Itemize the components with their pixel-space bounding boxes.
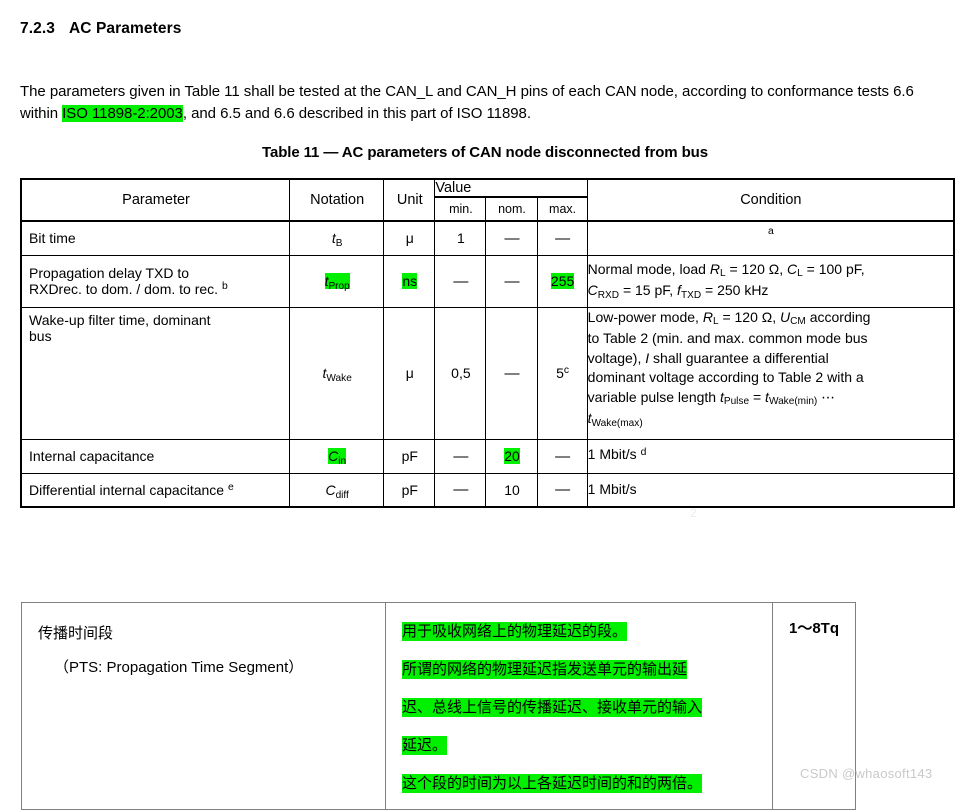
cell-parameter-differential-capacitance: Differential internal capacitance e bbox=[20, 472, 291, 508]
unit-value: ns bbox=[402, 273, 418, 289]
cell-notation-differential-capacitance: Cdiff bbox=[289, 472, 385, 508]
max-value: 255 bbox=[550, 273, 575, 289]
cell-parameter-wakeup-filter: Wake-up filter time, dominant bus bbox=[20, 306, 291, 440]
cell-min-wakeup-filter: 0,5 bbox=[434, 306, 487, 440]
cell-condition-propagation-delay: Normal mode, load RL = 120 Ω, CL = 100 p… bbox=[586, 254, 955, 308]
cell-max-propagation-delay: 255 bbox=[536, 254, 588, 308]
notation-base: C bbox=[325, 481, 336, 498]
cell-min-differential-capacitance: — bbox=[434, 472, 487, 508]
symbol-CRXD: C bbox=[587, 282, 598, 298]
header-notation: Notation bbox=[289, 178, 385, 222]
cell-parameter-bit-time: Bit time bbox=[20, 220, 291, 256]
cell-nom-differential-capacitance: 10 bbox=[485, 472, 538, 508]
cell-term: 传播时间段 （PTS: Propagation Time Segment） bbox=[21, 602, 386, 810]
cell-max-differential-capacitance: — bbox=[536, 472, 588, 508]
footnote-marker-c: c bbox=[563, 365, 570, 377]
header-nom: nom. bbox=[485, 196, 538, 222]
cell-parameter-propagation-delay: Propagation delay TXD to RXDrec. to dom.… bbox=[20, 254, 291, 308]
watermark: CSDN @whaosoft143 bbox=[800, 766, 933, 781]
cell-unit-internal-capacitance: pF bbox=[383, 438, 436, 474]
symbol-UCM: U bbox=[780, 308, 791, 325]
section-heading: 7.2.3 AC Parameters bbox=[20, 20, 181, 38]
cell-notation-wakeup-filter: tWake bbox=[289, 306, 385, 440]
parameter-text: Differential internal capacitance bbox=[29, 481, 228, 498]
table-row: Differential internal capacitance e Cdif… bbox=[20, 472, 955, 508]
footnote-marker-d: d bbox=[640, 446, 647, 458]
description-line: 迟、总线上信号的传播延迟、接收单元的输入 bbox=[402, 698, 703, 717]
description-line: 用于吸收网络上的物理延迟的段。 bbox=[402, 622, 628, 641]
description-line: 所谓的网络的物理延迟指发送单元的输出延 bbox=[402, 660, 688, 679]
notation-base: C bbox=[328, 448, 339, 464]
term-chinese: 传播时间段 bbox=[38, 625, 114, 642]
condition-text: 1 Mbit/s bbox=[587, 446, 641, 463]
cell-parameter-internal-capacitance: Internal capacitance bbox=[20, 438, 291, 474]
table-caption: Table 11 — AC parameters of CAN node dis… bbox=[262, 144, 708, 161]
cell-condition-differential-capacitance: 1 Mbit/s bbox=[586, 472, 955, 508]
propagation-time-segment-table: 传播时间段 （PTS: Propagation Time Segment） 用于… bbox=[21, 602, 856, 810]
cell-min-bit-time: 1 bbox=[434, 220, 487, 256]
cell-nom-bit-time: — bbox=[485, 220, 538, 256]
term-english: （PTS: Propagation Time Segment） bbox=[54, 659, 304, 676]
cell-condition-internal-capacitance: 1 Mbit/s d bbox=[586, 438, 955, 474]
notation-subscript: diff bbox=[335, 489, 349, 501]
symbol-tWakeMax: t bbox=[587, 410, 592, 426]
header-value: Value bbox=[434, 178, 588, 198]
header-parameter: Parameter bbox=[20, 178, 291, 222]
ac-parameters-table: Parameter Notation Unit Value Condition … bbox=[20, 178, 955, 508]
intro-text-part2: , and 6.5 and 6.6 described in this part… bbox=[182, 105, 531, 122]
cell-nom-internal-capacitance: 20 bbox=[485, 438, 538, 474]
table-row: Wake-up filter time, dominant bus tWake … bbox=[20, 306, 955, 440]
cell-unit-propagation-delay: ns bbox=[383, 254, 436, 308]
cell-max-bit-time: — bbox=[536, 220, 588, 256]
cell-min-internal-capacitance: — bbox=[434, 438, 487, 474]
cell-notation-propagation-delay: tProp bbox=[289, 254, 385, 308]
footnote-marker-e: e bbox=[227, 482, 234, 494]
cell-nom-propagation-delay: — bbox=[485, 254, 538, 308]
cell-condition-bit-time: a bbox=[586, 220, 955, 256]
description-line: 这个段的时间为以上各延迟时间的和的两倍。 bbox=[402, 774, 703, 793]
description-line: 延迟。 bbox=[402, 736, 448, 755]
table-row: 传播时间段 （PTS: Propagation Time Segment） 用于… bbox=[21, 602, 856, 810]
cell-unit-bit-time: μ bbox=[383, 220, 436, 256]
notation-subscript: in bbox=[338, 455, 347, 467]
parameter-line-2: bus bbox=[29, 327, 52, 344]
cell-max-internal-capacitance: — bbox=[536, 438, 588, 474]
notation-subscript: B bbox=[335, 238, 343, 250]
header-unit: Unit bbox=[383, 178, 436, 222]
cell-notation-internal-capacitance: Cin bbox=[289, 438, 385, 474]
cell-description: 用于吸收网络上的物理延迟的段。 所谓的网络的物理延迟指发送单元的输出延 迟、总线… bbox=[385, 602, 773, 810]
notation-subscript: Prop bbox=[328, 280, 350, 292]
scan-artifact: 2 bbox=[690, 506, 697, 520]
table-header-row: Parameter Notation Unit Value Condition bbox=[20, 178, 955, 222]
section-number: 7.2.3 bbox=[20, 20, 55, 37]
table-row: Propagation delay TXD to RXDrec. to dom.… bbox=[20, 254, 955, 308]
table-row: Bit time tB μ 1 — — a bbox=[20, 220, 955, 256]
intro-paragraph: The parameters given in Table 11 shall b… bbox=[20, 81, 955, 125]
header-min: min. bbox=[434, 196, 487, 222]
cell-min-propagation-delay: — bbox=[434, 254, 487, 308]
symbol-RL: R bbox=[702, 308, 713, 325]
notation-subscript: Wake bbox=[326, 372, 352, 384]
header-condition: Condition bbox=[586, 178, 955, 222]
symbol-RL: R bbox=[709, 260, 720, 277]
cell-max-wakeup-filter: 5c bbox=[536, 306, 588, 440]
parameter-line-1: Wake-up filter time, dominant bbox=[29, 311, 211, 328]
parameter-line-1: Propagation delay TXD to bbox=[29, 265, 190, 281]
max-value: 5 bbox=[556, 365, 564, 381]
section-title: AC Parameters bbox=[68, 20, 182, 37]
cell-condition-wakeup-filter: Low-power mode, RL = 120 Ω, UCM accordin… bbox=[586, 306, 955, 440]
header-max: max. bbox=[536, 196, 588, 222]
cell-nom-wakeup-filter: — bbox=[485, 306, 538, 440]
cell-notation-bit-time: tB bbox=[289, 220, 385, 256]
symbol-CL: C bbox=[787, 260, 798, 277]
parameter-line-2: RXDrec. to dom. / dom. to rec. bbox=[29, 281, 222, 297]
cell-unit-wakeup-filter: μ bbox=[383, 306, 436, 440]
highlight-iso-reference: ISO 11898-2:2003 bbox=[62, 105, 183, 122]
table-row: Internal capacitance Cin pF — 20 — 1 Mbi… bbox=[20, 438, 955, 474]
condition-text: Normal mode, load bbox=[587, 260, 710, 277]
footnote-marker-b: b bbox=[221, 281, 228, 293]
cell-unit-differential-capacitance: pF bbox=[383, 472, 436, 508]
nom-value: 20 bbox=[504, 448, 520, 464]
footnote-marker-a: a bbox=[767, 226, 774, 238]
